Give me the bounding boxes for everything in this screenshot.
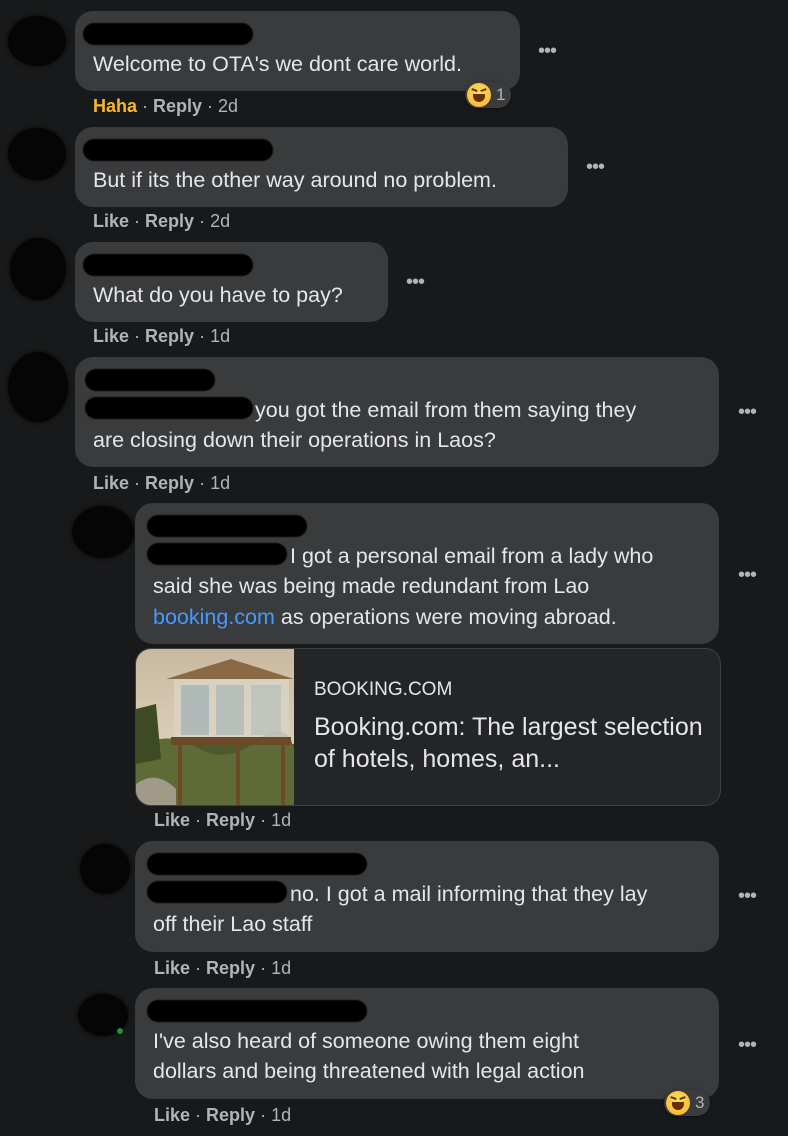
reply-text: booking.com as operations were moving ab… (153, 605, 617, 629)
reply-text: no. I got a mail informing that they lay (290, 882, 648, 906)
like-link[interactable]: Like (154, 958, 190, 978)
comment-text: are closing down their operations in Lao… (93, 428, 496, 452)
reply-bubble: no. I got a mail informing that they lay… (135, 841, 719, 952)
reaction-link[interactable]: Haha (93, 96, 137, 116)
timestamp[interactable]: 1d (210, 326, 230, 346)
more-options-icon[interactable]: ••• (738, 1035, 757, 1055)
like-link[interactable]: Like (93, 473, 129, 493)
comment-bubble: What do you have to pay? (75, 242, 388, 322)
link-preview-image (136, 649, 294, 805)
redacted-mention (147, 543, 287, 565)
reaction-count: 1 (496, 85, 506, 104)
comment-text: What do you have to pay? (93, 283, 343, 307)
avatar[interactable] (8, 128, 66, 180)
online-indicator (117, 1028, 123, 1034)
timestamp[interactable]: 2d (218, 96, 238, 116)
comment-bubble: you got the email from them saying they … (75, 357, 719, 467)
reply-link[interactable]: Reply (206, 810, 255, 830)
comment-actions: Like · Reply · 2d (93, 211, 231, 231)
redacted-author-name (85, 369, 215, 391)
reply-actions: Like · Reply · 1d (154, 1105, 292, 1125)
like-link[interactable]: Like (154, 1105, 190, 1125)
avatar[interactable] (8, 16, 66, 66)
redacted-mention (85, 397, 253, 419)
reply-actions: Like · Reply · 1d (154, 810, 292, 830)
reply-bubble: I've also heard of someone owing them ei… (135, 988, 719, 1099)
more-options-icon[interactable]: ••• (406, 272, 425, 292)
reply-link[interactable]: Reply (145, 473, 194, 493)
reply-bubble: I got a personal email from a lady who s… (135, 503, 719, 644)
redacted-author-name (147, 1000, 367, 1022)
reply-text: off their Lao staff (153, 912, 313, 936)
more-options-icon[interactable]: ••• (738, 886, 757, 906)
link-domain: BOOKING.COM (314, 679, 453, 700)
timestamp[interactable]: 1d (271, 958, 291, 978)
reply-actions: Like · Reply · 1d (154, 958, 292, 978)
comment-bubble: Welcome to OTA's we dont care world. (75, 11, 520, 91)
avatar[interactable] (80, 844, 130, 894)
link-title[interactable]: Booking.com: The largest selection of ho… (314, 711, 704, 775)
avatar[interactable] (8, 352, 68, 422)
more-options-icon[interactable]: ••• (586, 157, 605, 177)
avatar[interactable] (10, 238, 66, 300)
comment-actions: Haha · Reply · 2d (93, 96, 239, 116)
redacted-mention (147, 881, 287, 903)
treehouse-image (136, 649, 294, 805)
timestamp[interactable]: 1d (210, 473, 230, 493)
reply-link[interactable]: Reply (153, 96, 202, 116)
reply-link[interactable]: Reply (145, 211, 194, 231)
haha-emoji-icon (666, 1091, 690, 1115)
haha-emoji-icon (467, 83, 491, 107)
redacted-author-name (83, 254, 253, 276)
more-options-icon[interactable]: ••• (738, 402, 757, 422)
reaction-summary[interactable]: 3 (664, 1090, 711, 1116)
redacted-author-name (147, 515, 307, 537)
reply-text: I got a personal email from a lady who (290, 544, 654, 568)
like-link[interactable]: Like (93, 211, 129, 231)
comment-text: But if its the other way around no probl… (93, 168, 497, 192)
comment-actions: Like · Reply · 1d (93, 326, 231, 346)
comment-text: you got the email from them saying they (255, 398, 637, 422)
reply-link[interactable]: Reply (206, 1105, 255, 1125)
redacted-author-name (83, 139, 273, 161)
reply-text: dollars and being threatened with legal … (153, 1059, 585, 1083)
booking-link[interactable]: booking.com (153, 605, 275, 629)
reaction-summary[interactable]: 1 (465, 82, 512, 108)
redacted-author-name (147, 853, 367, 875)
comment-bubble: But if its the other way around no probl… (75, 127, 568, 207)
link-preview-card[interactable]: BOOKING.COM Booking.com: The largest sel… (135, 648, 721, 806)
avatar[interactable] (72, 506, 134, 558)
like-link[interactable]: Like (93, 326, 129, 346)
comment-actions: Like · Reply · 1d (93, 473, 231, 493)
reply-text: I've also heard of someone owing them ei… (153, 1029, 580, 1053)
reply-link[interactable]: Reply (206, 958, 255, 978)
timestamp[interactable]: 1d (271, 810, 291, 830)
timestamp[interactable]: 2d (210, 211, 230, 231)
more-options-icon[interactable]: ••• (538, 41, 557, 61)
more-options-icon[interactable]: ••• (738, 565, 757, 585)
reply-link[interactable]: Reply (145, 326, 194, 346)
like-link[interactable]: Like (154, 810, 190, 830)
comment-text: Welcome to OTA's we dont care world. (93, 52, 462, 76)
reaction-count: 3 (695, 1093, 705, 1112)
redacted-author-name (83, 23, 253, 45)
reply-text: said she was being made redundant from L… (153, 574, 590, 598)
timestamp[interactable]: 1d (271, 1105, 291, 1125)
